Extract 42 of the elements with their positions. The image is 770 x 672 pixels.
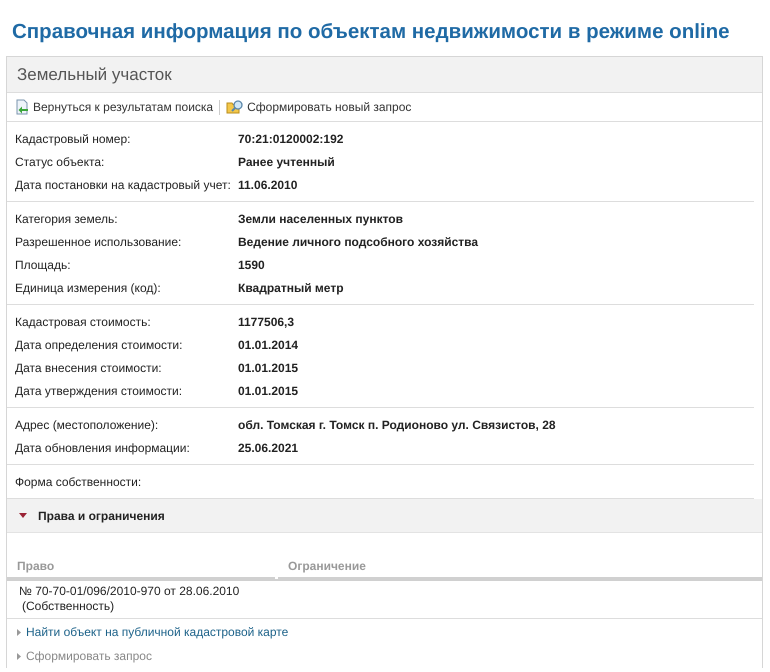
table-cell-text: (Собственность) xyxy=(21,599,116,614)
document-arrow-icon xyxy=(14,99,30,115)
field-label: Форма собственности: xyxy=(15,474,142,488)
field-label: Дата обновления информации: xyxy=(15,440,191,454)
field-label: Адрес (местоположение): xyxy=(15,418,160,432)
field-label: Кадастровый номер: xyxy=(15,132,132,146)
field-label: Дата определения стоимости: xyxy=(15,338,184,352)
field-value: 01.01.2015 xyxy=(238,384,298,398)
field-value: 01.01.2015 xyxy=(238,360,298,374)
field-value: 25.06.2021 xyxy=(238,440,298,454)
field-label: Дата внесения стоимости: xyxy=(15,360,163,374)
field-value: Ранее учтенный xyxy=(238,154,335,168)
field-label: Кадастровая стоимость: xyxy=(15,314,152,328)
panel-title: Земельный участок xyxy=(17,64,172,84)
field-value: Земли населенных пунктов xyxy=(238,212,404,226)
field-label: Категория земель: xyxy=(15,212,119,226)
chevron-icon xyxy=(17,652,21,660)
field-label: Дата утверждения стоимости: xyxy=(15,384,184,398)
caret-icon xyxy=(19,513,27,518)
folder-magnifier-icon xyxy=(226,99,244,115)
field-value: 01.01.2014 xyxy=(238,338,298,352)
field-value: Квадратный метр xyxy=(238,280,344,294)
field-value: обл. Томская г. Томск п. Родионово ул. Связистов, 28 xyxy=(238,418,556,432)
field-label: Статус объекта: xyxy=(15,154,106,168)
column-header: Ограничение xyxy=(287,559,366,573)
chevron-icon xyxy=(17,628,21,636)
field-label: Площадь: xyxy=(15,258,72,272)
field-label: Дата постановки на кадастровый учет: xyxy=(15,178,232,192)
table-cell-text: № 70-70-01/096/2010-970 от 28.06.2010 xyxy=(19,584,240,599)
field-value: 70:21:0120002:192 xyxy=(238,132,344,146)
field-value: 1177506,3 xyxy=(238,314,294,328)
toolbar-link[interactable]: Вернуться к результатам поиска xyxy=(14,99,214,115)
toolbar-link[interactable]: Сформировать новый запрос xyxy=(226,99,412,115)
column-header: Право xyxy=(7,553,278,579)
field-label: Единица измерения (код): xyxy=(15,280,162,294)
link[interactable]: Найти объект на публичной кадастровой карте xyxy=(26,625,288,639)
page-title: Справочная информация по объектам недвижимости в режиме online xyxy=(11,19,731,45)
field-value: Ведение личного подсобного хозяйства xyxy=(238,234,478,248)
field-value: 11.06.2010 xyxy=(238,178,298,192)
field-value: 1590 xyxy=(238,258,265,272)
field-label: Разрешенное использование: xyxy=(15,234,182,248)
section-header[interactable]: Права и ограничения xyxy=(7,499,762,533)
